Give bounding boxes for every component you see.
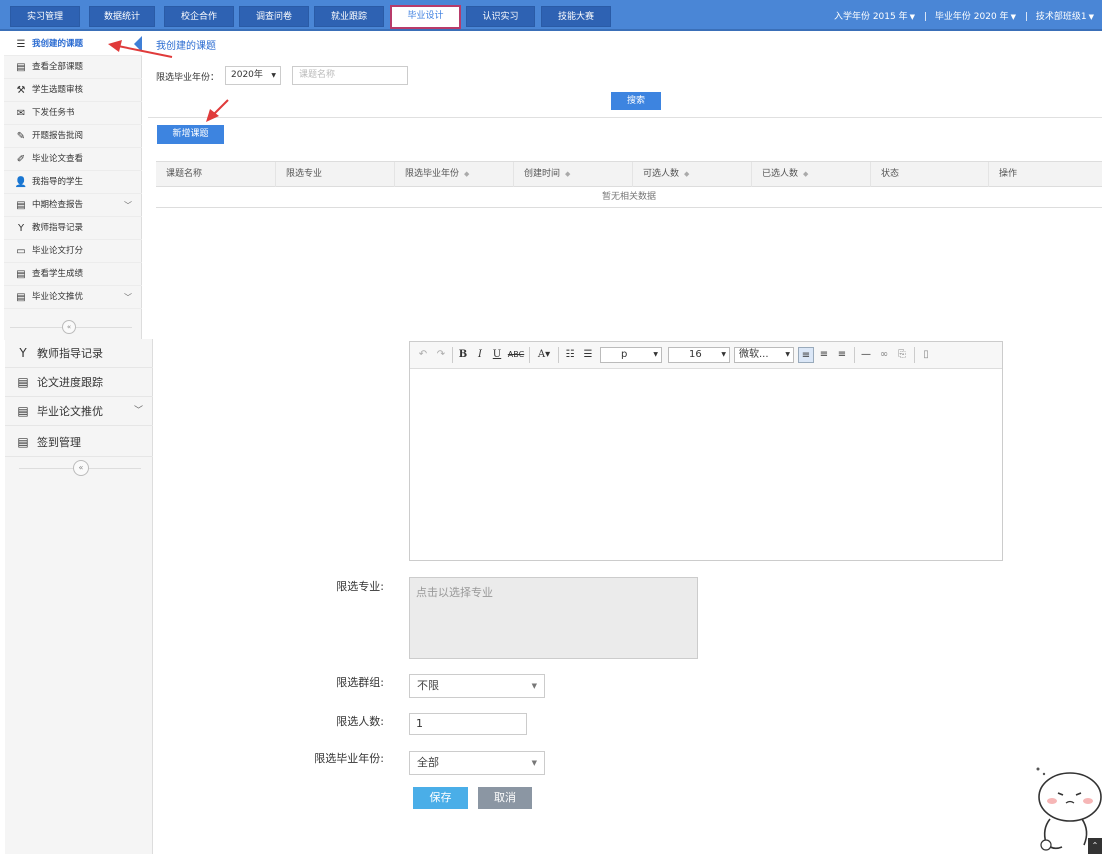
sidebar-item-checkin[interactable]: ▤ 签到管理: [5, 428, 153, 457]
divider: [854, 347, 855, 363]
sidebar-item-guidance-record[interactable]: Y 教师指导记录: [5, 339, 153, 368]
arrow-annotation-new-button: [206, 99, 229, 122]
caret-down-icon: ▼: [721, 351, 726, 358]
font-size-value: 16: [689, 349, 702, 360]
collapse-sidebar-button[interactable]: «: [73, 460, 89, 476]
count-input[interactable]: 1: [409, 713, 527, 735]
scroll-top-button[interactable]: ⌃: [1088, 838, 1102, 854]
sidebar-item-label: 毕业论文推优: [37, 405, 103, 418]
link-icon[interactable]: ∞: [876, 347, 892, 363]
table-icon: ▤: [17, 435, 29, 449]
font-family-value: 微软...: [739, 349, 769, 360]
group-value: 不限: [417, 679, 439, 692]
sidebar-item-label: 教师指导记录: [37, 347, 103, 360]
caret-down-icon: ▼: [785, 351, 790, 358]
divider: [529, 347, 530, 363]
sidebar-item-label: 论文进度跟踪: [37, 376, 103, 389]
caret-down-icon: ▼: [531, 759, 537, 767]
arrow-annotation-sidebar: [108, 40, 173, 58]
sidebar-lower: Y 教师指导记录 ▤ 论文进度跟踪 ▤ 毕业论文推优 ﹀ ▤ 签到管理 «: [5, 339, 153, 854]
underline-icon[interactable]: U: [490, 347, 504, 363]
paragraph-value: p: [621, 349, 628, 360]
align-center-icon[interactable]: ≡: [816, 347, 832, 363]
major-selector[interactable]: 点击以选择专业: [409, 577, 698, 659]
rich-text-editor: ↶ ↷ B I U ABC A▾ ☷ ☰ p ▼ 16 ▼ 微软... ▼ ≡ ≡ ≡…: [409, 341, 1003, 561]
font-family-select[interactable]: 微软... ▼: [734, 347, 794, 363]
group-label: 限选群组:: [336, 676, 384, 689]
save-button[interactable]: 保存: [413, 787, 468, 809]
divider: [452, 347, 453, 363]
sidebar-item-progress-tracking[interactable]: ▤ 论文进度跟踪: [5, 368, 153, 397]
redo-icon[interactable]: ↷: [434, 347, 448, 363]
group-select[interactable]: 不限 ▼: [409, 674, 545, 698]
cancel-button[interactable]: 取消: [478, 787, 532, 809]
font-color-icon[interactable]: A▾: [533, 347, 555, 363]
strikethrough-icon[interactable]: ABC: [507, 347, 525, 363]
clear-format-icon[interactable]: ⎘: [894, 347, 910, 363]
cup-icon: Y: [19, 346, 27, 360]
chevron-down-icon: ﹀: [133, 406, 143, 416]
count-label: 限选人数:: [336, 715, 384, 728]
sidebar-item-label: 签到管理: [37, 436, 81, 449]
table-icon: ▤: [17, 375, 29, 389]
ordered-list-icon[interactable]: ☷: [562, 347, 578, 363]
align-right-icon[interactable]: ≡: [834, 347, 850, 363]
bold-icon[interactable]: B: [456, 347, 470, 363]
unordered-list-icon[interactable]: ☰: [580, 347, 596, 363]
caret-down-icon: ▼: [653, 351, 658, 358]
grad-year-form-select[interactable]: 全部 ▼: [409, 751, 545, 775]
divider: [914, 347, 915, 363]
sidebar-item-thesis-recommend[interactable]: ▤ 毕业论文推优 ﹀: [5, 397, 153, 426]
paste-icon[interactable]: ▯: [918, 347, 934, 363]
horizontal-rule-icon[interactable]: —: [858, 347, 874, 363]
align-left-icon[interactable]: ≡: [798, 347, 814, 363]
undo-icon[interactable]: ↶: [416, 347, 430, 363]
italic-icon[interactable]: I: [473, 347, 487, 363]
table-icon: ▤: [17, 404, 29, 418]
caret-down-icon: ▼: [531, 682, 537, 690]
major-label: 限选专业:: [336, 580, 384, 593]
paragraph-select[interactable]: p ▼: [600, 347, 662, 363]
grad-year-form-value: 全部: [417, 756, 439, 769]
grad-year-form-label: 限选毕业年份:: [314, 752, 384, 765]
editor-toolbar: ↶ ↷ B I U ABC A▾ ☷ ☰ p ▼ 16 ▼ 微软... ▼ ≡ ≡ ≡…: [410, 342, 1002, 369]
font-size-select[interactable]: 16 ▼: [668, 347, 730, 363]
divider: [558, 347, 559, 363]
